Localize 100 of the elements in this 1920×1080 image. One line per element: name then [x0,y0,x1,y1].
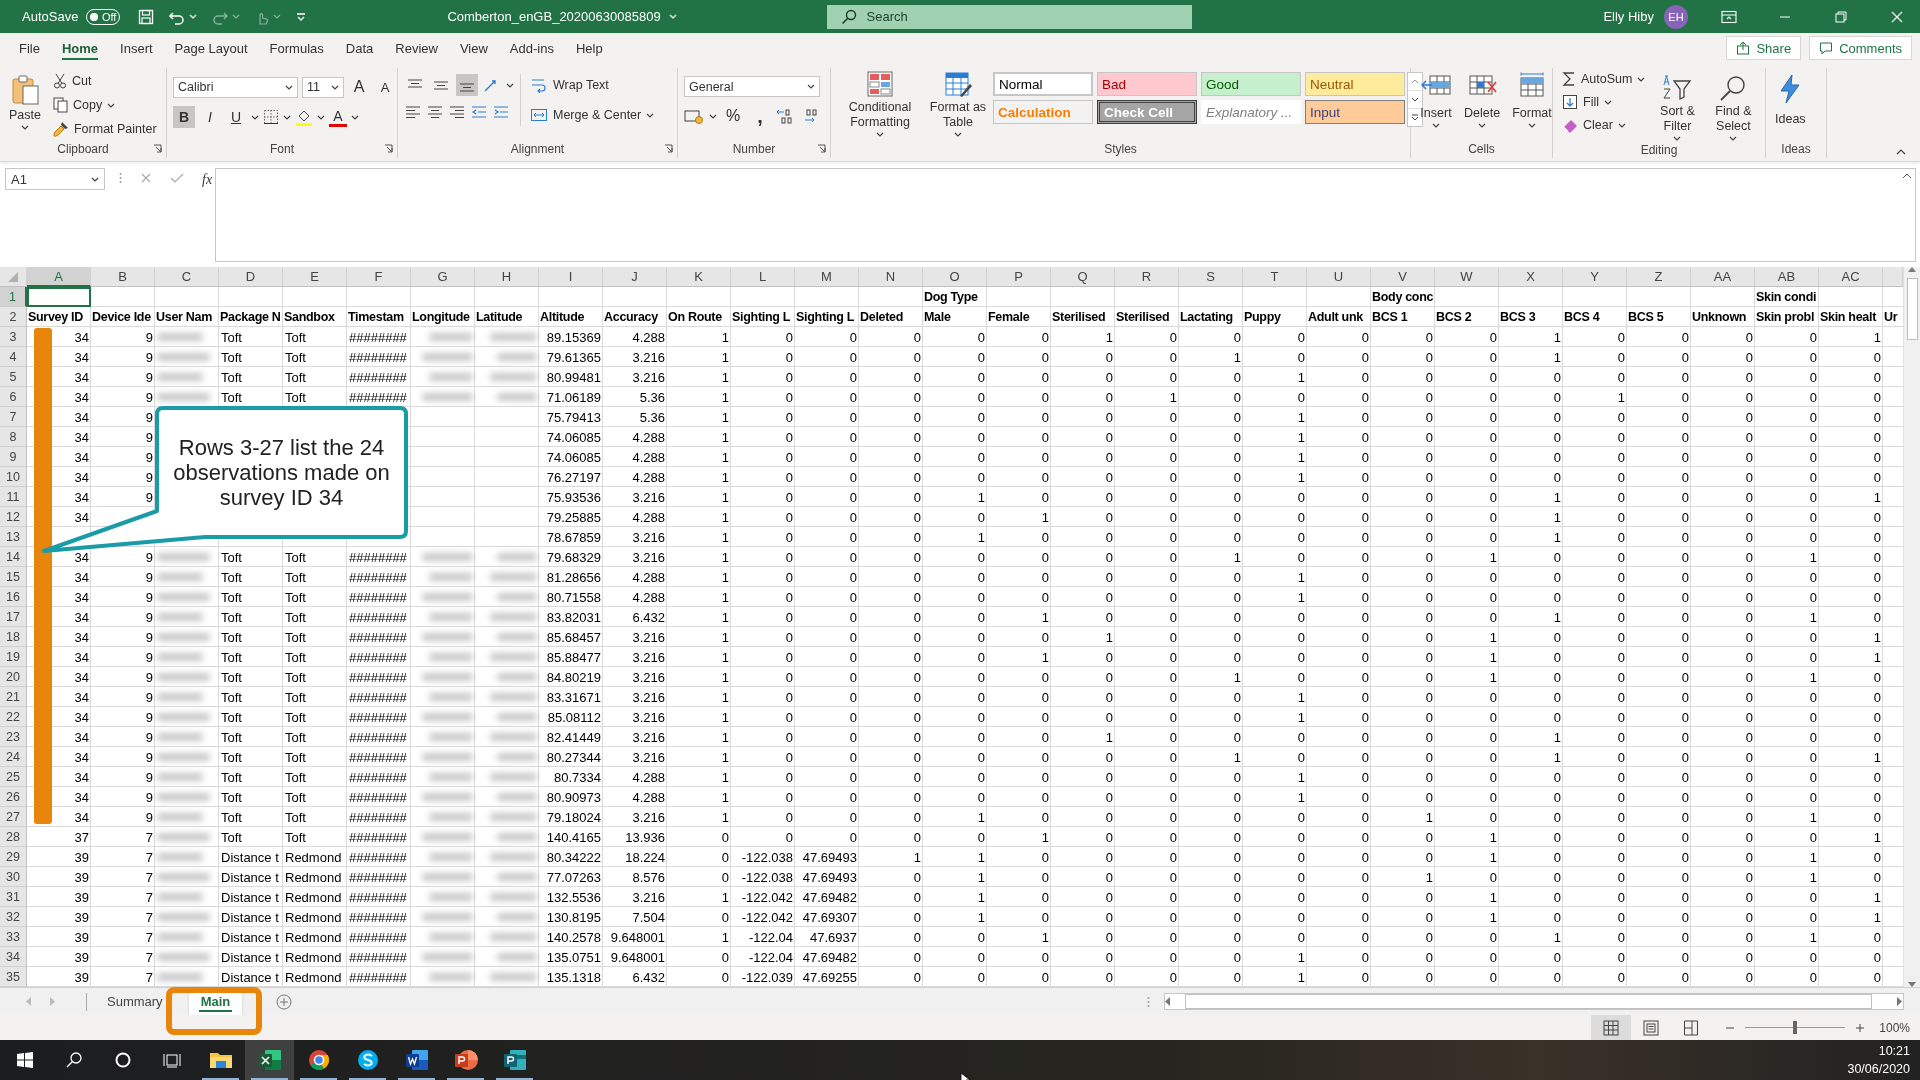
scroll-up-icon[interactable] [1908,267,1916,272]
column-header[interactable]: Z [1627,267,1691,287]
scroll-right-icon[interactable] [1897,997,1903,1006]
ribbon-tab[interactable]: Data [334,33,385,63]
format-as-table-button[interactable]: Format as Table [925,68,991,139]
column-header[interactable]: T [1243,267,1307,287]
column-header[interactable]: Q [1051,267,1115,287]
horizontal-align-icon[interactable] [404,104,422,120]
dialog-launcher-icon[interactable] [817,144,826,153]
row-header[interactable]: 7 [0,407,27,427]
column-header[interactable]: E [283,267,347,287]
ribbon-tab[interactable]: Formulas [258,33,335,63]
clear-button[interactable]: Clear [1559,114,1649,136]
save-icon[interactable] [138,8,155,25]
column-header[interactable]: H [475,267,539,287]
increase-indent-icon[interactable] [492,104,510,120]
column-header[interactable]: S [1179,267,1243,287]
row-header[interactable]: 20 [0,667,27,687]
enter-check-icon[interactable] [170,172,184,184]
row-header[interactable]: 32 [0,907,27,927]
borders-icon[interactable] [263,109,279,125]
column-header[interactable]: Y [1563,267,1627,287]
collapse-formula-bar-icon[interactable] [1902,173,1912,179]
zoom-in-icon[interactable] [1855,1022,1866,1033]
column-header[interactable]: P [987,267,1051,287]
sort-filter-button[interactable]: Sort & Filter [1650,72,1705,143]
autosum-button[interactable]: AutoSum [1559,68,1649,90]
share-button[interactable]: Share [1726,36,1802,60]
row-header[interactable]: 25 [0,767,27,787]
zoom-slider-thumb[interactable] [1793,1021,1798,1034]
paste-button[interactable]: Paste [6,72,44,132]
insert-function-button[interactable]: fx [202,172,213,188]
cells-button[interactable]: Insert [1417,70,1455,130]
ribbon-display-icon[interactable] [1721,9,1737,24]
conditional-formatting-button[interactable]: Conditional Formatting [837,68,923,139]
column-header[interactable]: M [795,267,859,287]
row-header[interactable]: 23 [0,727,27,747]
row-header[interactable]: 10 [0,467,27,487]
paste-icon[interactable] [10,74,40,106]
ribbon-tab[interactable]: File [8,33,51,63]
column-header[interactable]: AC [1819,267,1883,287]
row-header[interactable]: 2 [0,307,27,327]
row-header[interactable]: 3 [0,327,27,347]
row-header[interactable]: 26 [0,787,27,807]
column-header[interactable]: U [1307,267,1371,287]
currency-icon[interactable] [684,108,704,124]
row-header[interactable]: 1 [0,287,27,307]
selected-cell[interactable] [27,287,91,307]
row-header[interactable]: 11 [0,487,27,507]
row-header[interactable]: 27 [0,807,27,827]
column-header[interactable]: A [27,267,91,287]
ribbon-tab[interactable]: Page Layout [163,33,259,63]
cell-style[interactable]: Bad [1097,72,1197,96]
row-header[interactable]: 13 [0,527,27,547]
name-box[interactable]: A1 [5,168,105,190]
collapse-ribbon-icon[interactable] [1896,149,1906,155]
column-header[interactable]: N [859,267,923,287]
row-header[interactable]: 15 [0,567,27,587]
comments-button[interactable]: Comments [1809,36,1912,60]
customize-toolbar-icon[interactable] [295,10,308,23]
column-header[interactable]: O [923,267,987,287]
row-header[interactable]: 14 [0,547,27,567]
ribbon-tab[interactable]: Help [564,33,614,63]
row-header[interactable]: 8 [0,427,27,447]
ribbon-tab[interactable]: Home [50,33,110,63]
row-header[interactable]: 29 [0,847,27,867]
font-name-field[interactable]: Calibri [173,76,298,98]
column-header[interactable]: X [1499,267,1563,287]
row-header[interactable]: 12 [0,507,27,527]
horizontal-align-icon[interactable] [448,104,466,120]
zoom-level[interactable]: 100% [1879,1020,1910,1035]
split-handle-icon[interactable] [1147,995,1150,1008]
column-header[interactable]: B [91,267,155,287]
ribbon-tab[interactable]: Insert [109,33,164,63]
cell-style[interactable]: Input [1305,100,1405,124]
column-header[interactable]: I [539,267,603,287]
number-format-field[interactable]: General [684,76,820,97]
column-header[interactable]: G [411,267,475,287]
fill-color-icon[interactable] [295,108,313,126]
row-header[interactable]: 28 [0,827,27,847]
find-select-button[interactable]: Find & Select [1706,72,1761,143]
cut-button[interactable]: Cut [49,70,160,92]
row-header[interactable]: 22 [0,707,27,727]
cell-style[interactable]: Good [1201,72,1301,96]
cells-button[interactable]: Format [1509,70,1555,130]
grow-font-button[interactable]: A [348,76,370,98]
row-header[interactable]: 5 [0,367,27,387]
search-box[interactable]: Search [826,4,1192,29]
ribbon-tab[interactable]: View [448,33,499,63]
bold-button[interactable]: B [173,106,195,128]
wrap-text-button[interactable]: Wrap Text [527,74,658,96]
column-header[interactable]: AB [1755,267,1819,287]
scrollbar-thumb[interactable] [1185,994,1872,1009]
row-header[interactable]: 35 [0,967,27,987]
column-header[interactable]: V [1371,267,1435,287]
row-header[interactable]: 21 [0,687,27,707]
sheet-tab[interactable]: Summary [95,988,175,1015]
scroll-left-icon[interactable] [1165,997,1171,1006]
copy-button[interactable]: Copy [49,94,160,116]
add-sheet-icon[interactable] [276,993,293,1010]
